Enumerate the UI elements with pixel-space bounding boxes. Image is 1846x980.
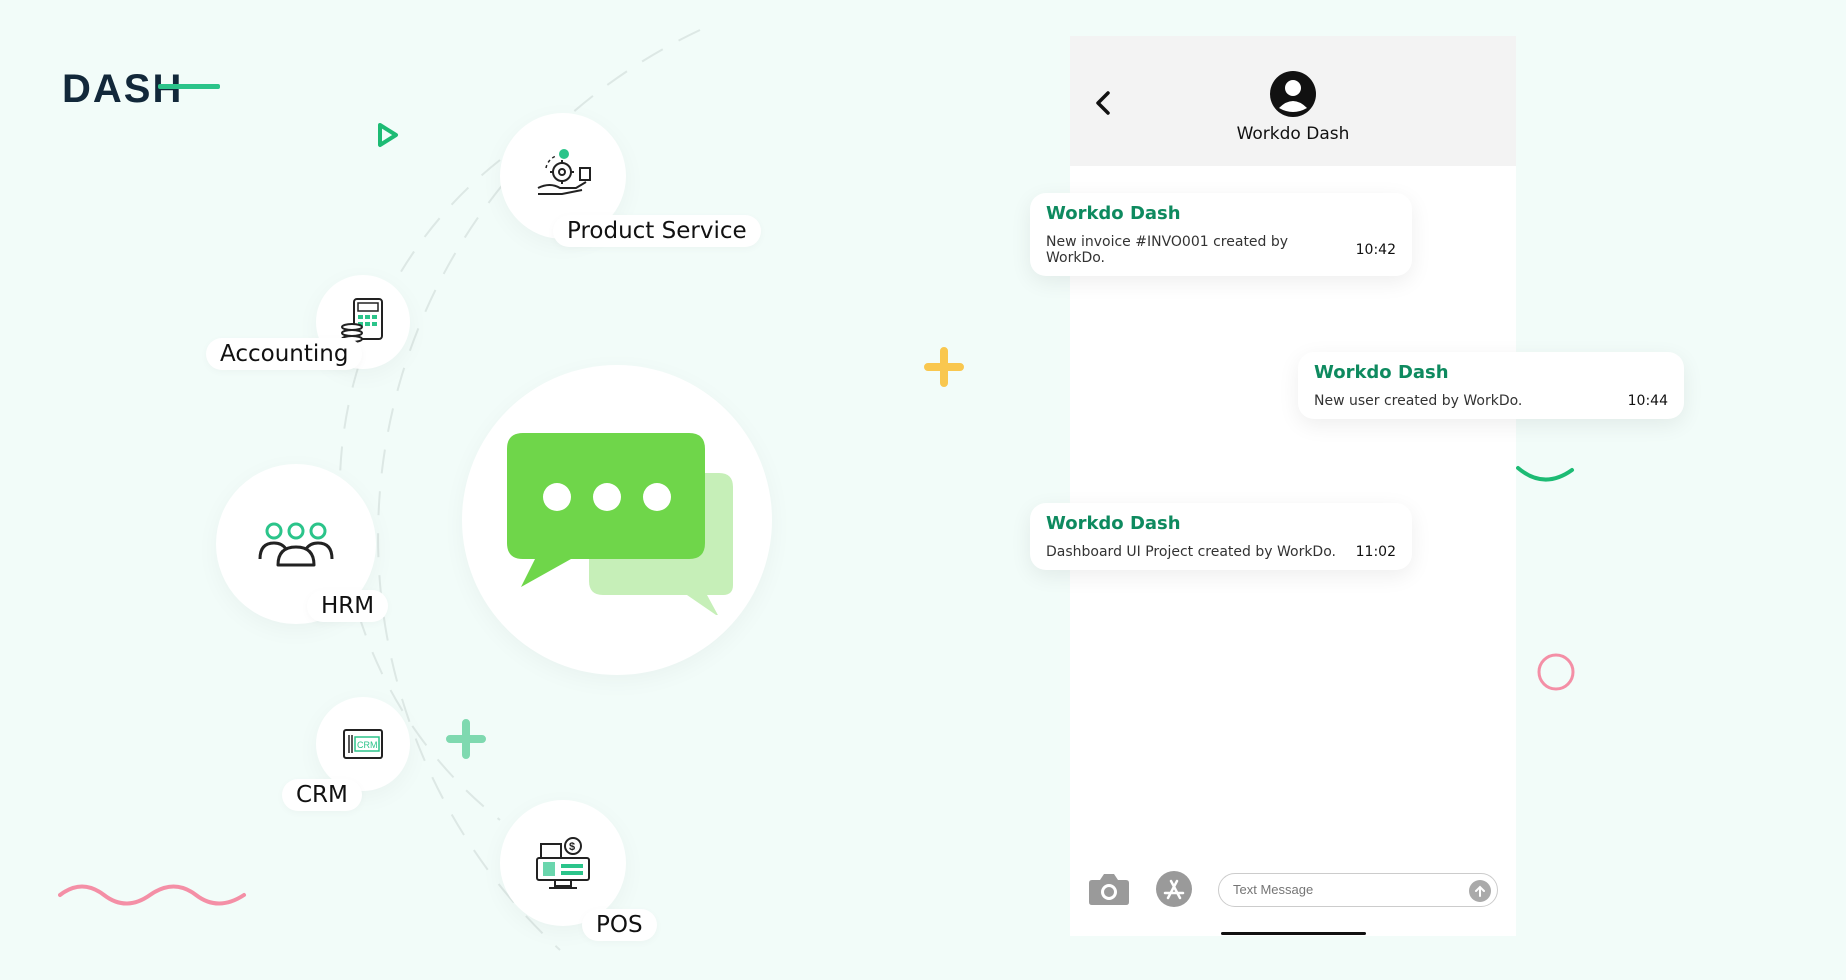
svg-text:$: $ bbox=[569, 841, 575, 853]
contact-name: Workdo Dash bbox=[1236, 124, 1350, 144]
dash-logo: DASH bbox=[62, 66, 232, 111]
back-button[interactable] bbox=[1088, 88, 1118, 118]
message-sender: Workdo Dash bbox=[1046, 203, 1181, 224]
message-time: 10:44 bbox=[1627, 393, 1668, 409]
message-bubble[interactable]: Workdo Dash New user created by WorkDo. … bbox=[1298, 352, 1684, 419]
message-text: New user created by WorkDo. bbox=[1314, 393, 1523, 409]
message-text: Dashboard UI Project created by WorkDo. bbox=[1046, 544, 1336, 560]
arrow-up-icon bbox=[1475, 885, 1485, 897]
crm-node[interactable]: CRM bbox=[316, 697, 410, 791]
message-bubble[interactable]: Workdo Dash Dashboard UI Project created… bbox=[1030, 503, 1412, 570]
chevron-left-icon bbox=[1096, 91, 1110, 115]
plus-decoration-yellow bbox=[924, 347, 964, 387]
play-triangle-decoration bbox=[378, 123, 398, 147]
message-input[interactable] bbox=[1233, 882, 1453, 897]
chat-bubbles-icon bbox=[507, 433, 733, 615]
smile-decoration-green bbox=[1516, 466, 1574, 482]
message-input-wrapper bbox=[1218, 873, 1498, 907]
message-sender: Workdo Dash bbox=[1046, 513, 1181, 534]
home-indicator bbox=[1221, 932, 1366, 935]
avatar[interactable] bbox=[1269, 70, 1317, 118]
message-text: New invoice #INVO001 created by WorkDo. bbox=[1046, 234, 1289, 266]
product-service-label[interactable]: Product Service bbox=[553, 215, 761, 247]
camera-icon[interactable] bbox=[1088, 872, 1130, 906]
pos-node[interactable]: $ bbox=[500, 800, 626, 926]
center-chat-node bbox=[462, 365, 772, 675]
team-icon bbox=[258, 522, 334, 567]
message-sender: Workdo Dash bbox=[1314, 362, 1449, 383]
wave-decoration-pink bbox=[58, 884, 246, 906]
plus-decoration-mint bbox=[446, 719, 486, 759]
send-button[interactable] bbox=[1469, 880, 1491, 902]
accounting-label[interactable]: Accounting bbox=[206, 338, 363, 370]
phone-chat-screen: Workdo Dash bbox=[1070, 36, 1516, 936]
hrm-label[interactable]: HRM bbox=[307, 590, 389, 622]
crm-icon: CRM bbox=[343, 729, 383, 759]
crm-label[interactable]: CRM bbox=[282, 779, 362, 811]
message-time: 11:02 bbox=[1355, 544, 1396, 560]
chat-header: Workdo Dash bbox=[1070, 36, 1516, 166]
message-time: 10:42 bbox=[1355, 242, 1396, 258]
product-service-icon bbox=[537, 149, 591, 195]
svg-text:CRM: CRM bbox=[357, 740, 378, 750]
pos-label[interactable]: POS bbox=[582, 909, 657, 941]
app-store-icon[interactable] bbox=[1155, 870, 1193, 908]
ring-decoration-pink bbox=[1537, 653, 1575, 691]
message-bubble[interactable]: Workdo Dash New invoice #INVO001 created… bbox=[1030, 193, 1412, 276]
pos-icon: $ bbox=[536, 837, 590, 889]
